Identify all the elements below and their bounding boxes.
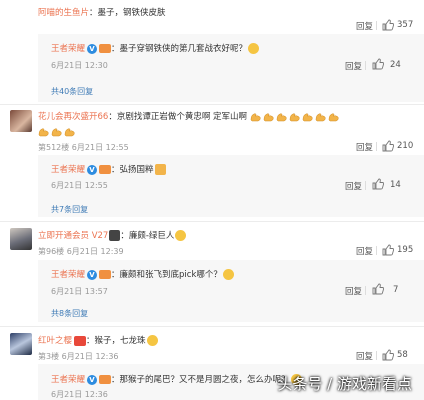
muscle-emoji-icon xyxy=(64,127,76,137)
comment-username[interactable]: 立即开通会员 V27 xyxy=(38,231,108,241)
muscle-emoji-icon xyxy=(51,127,63,137)
like-thumb-icon[interactable] xyxy=(372,283,384,295)
vip-badge-icon xyxy=(99,375,112,384)
comment-username[interactable]: 花儿会再次盛开66 xyxy=(38,112,108,122)
reply-button[interactable]: 回复 xyxy=(356,141,373,153)
muscle-emoji-icon xyxy=(302,112,314,122)
comment-top-text: ：墨子，钢铁侠皮肤 xyxy=(89,8,166,18)
vip-badge-icon xyxy=(99,44,112,53)
member-badge-icon xyxy=(74,335,87,346)
thumbs-up-emoji-icon xyxy=(154,164,166,175)
avatar[interactable] xyxy=(10,110,32,132)
reply-time: 6月21日 12:36 xyxy=(51,390,108,399)
like-thumb-icon[interactable] xyxy=(372,58,384,70)
like-thumb-icon[interactable] xyxy=(372,178,384,190)
comment-username[interactable]: 红叶之樱 xyxy=(38,336,72,346)
reply-username[interactable]: 王者荣耀 xyxy=(51,375,85,385)
divider xyxy=(0,221,424,222)
muscle-emoji-icon xyxy=(250,112,262,122)
like-count: 7 xyxy=(393,285,399,295)
vip-badge-icon xyxy=(99,270,112,279)
panda-emoji-icon xyxy=(109,230,121,241)
more-replies-link[interactable]: 共8条回复 xyxy=(51,308,88,319)
reply-button[interactable]: 回复 xyxy=(356,20,373,32)
divider xyxy=(376,142,377,151)
divider xyxy=(0,104,424,105)
watermark: 头条号 / 游戏新看点 xyxy=(277,375,412,393)
verified-icon: V xyxy=(87,43,98,54)
reply-text-line: 王者荣耀 V ：廉颇和张飞到底pick哪个？ xyxy=(51,268,234,280)
reply-text-line: 王者荣耀 V ：那猴子的尾巴？又不是月圆之夜，怎么办呢？ xyxy=(51,373,302,385)
like-thumb-icon[interactable] xyxy=(382,244,394,256)
reply-username[interactable]: 王者荣耀 xyxy=(51,44,85,54)
verified-icon: V xyxy=(87,164,98,175)
comment-text-line: 立即开通会员 V27 ：廉颇-绿巨人 xyxy=(38,229,187,241)
comment-text: ：廉颇-绿巨人 xyxy=(120,231,175,241)
smile-emoji-icon xyxy=(248,43,260,54)
reply-button[interactable]: 回复 xyxy=(345,180,362,192)
comment-text-block: 花儿会再次盛开66：京剧找谭正岩做个黄忠啊 定军山啊 xyxy=(38,110,418,140)
like-thumb-icon[interactable] xyxy=(382,349,394,361)
like-count: 210 xyxy=(397,141,414,151)
grin-emoji-icon xyxy=(146,335,158,346)
grin-emoji-icon xyxy=(175,230,187,241)
reply-button[interactable]: 回复 xyxy=(356,245,373,257)
comment-text-line: 红叶之樱 ：猴子，七龙珠 xyxy=(38,334,158,346)
muscle-emoji-icon xyxy=(289,112,301,122)
muscle-emoji-icon xyxy=(263,112,275,122)
like-count: 195 xyxy=(397,245,414,255)
reply-text-line: 王者荣耀 V ：墨子穿钢铁侠的第几套战衣好呢？ xyxy=(51,42,260,54)
comment-top-text-line: 阿喵的生鱼片：墨子，钢铁侠皮肤 xyxy=(38,6,166,18)
muscle-emoji-icon xyxy=(315,112,327,122)
reply-button[interactable]: 回复 xyxy=(345,285,362,297)
verified-icon: V xyxy=(87,269,98,280)
like-count: 357 xyxy=(397,20,414,30)
reply-time: 6月21日 13:57 xyxy=(51,287,108,296)
laugh-emoji-icon xyxy=(222,269,234,280)
like-thumb-icon[interactable] xyxy=(382,140,394,152)
avatar[interactable] xyxy=(10,333,32,355)
reply-time: 6月21日 12:55 xyxy=(51,181,108,190)
muscle-emoji-icon xyxy=(38,127,50,137)
comment-text: ：京剧找谭正岩做个黄忠啊 定军山啊 xyxy=(108,112,248,122)
verified-icon: V xyxy=(87,374,98,385)
reply-text: ：墨子穿钢铁侠的第几套战衣好呢？ xyxy=(111,44,248,54)
comment-text: ：猴子，七龙珠 xyxy=(86,336,146,346)
divider xyxy=(365,61,366,70)
divider xyxy=(376,351,377,360)
like-count: 58 xyxy=(397,350,408,360)
muscle-emoji-icon xyxy=(276,112,288,122)
comment-floor-time: 第3楼 6月21日 12:36 xyxy=(38,352,119,361)
like-count: 14 xyxy=(390,180,401,190)
divider xyxy=(365,181,366,190)
comment-floor-time: 第96楼 6月21日 12:39 xyxy=(38,247,124,256)
reply-text: ：廉颇和张飞到底pick哪个？ xyxy=(111,270,222,280)
more-replies-link[interactable]: 共40条回复 xyxy=(51,86,93,97)
avatar[interactable] xyxy=(10,228,32,250)
reply-text: ：那猴子的尾巴？又不是月圆之夜，怎么办呢？ xyxy=(111,375,290,385)
comment-top-username[interactable]: 阿喵的生鱼片 xyxy=(38,8,89,18)
more-replies-link[interactable]: 共7条回复 xyxy=(51,204,88,215)
like-thumb-icon[interactable] xyxy=(382,19,394,31)
comment-floor-time: 第512楼 6月21日 12:55 xyxy=(38,143,129,152)
reply-username[interactable]: 王者荣耀 xyxy=(51,270,85,280)
muscle-emoji-icon xyxy=(328,112,340,122)
reply-button[interactable]: 回复 xyxy=(345,60,362,72)
reply-time: 6月21日 12:30 xyxy=(51,61,108,70)
vip-badge-icon xyxy=(99,165,112,174)
reply-button[interactable]: 回复 xyxy=(356,350,373,362)
divider xyxy=(376,246,377,255)
reply-text: ：弘扬国粹 xyxy=(111,165,154,175)
divider xyxy=(0,326,424,327)
reply-username[interactable]: 王者荣耀 xyxy=(51,165,85,175)
divider xyxy=(365,286,366,295)
divider xyxy=(376,21,377,30)
like-count: 24 xyxy=(390,60,401,70)
reply-text-line: 王者荣耀 V ：弘扬国粹 xyxy=(51,163,166,175)
